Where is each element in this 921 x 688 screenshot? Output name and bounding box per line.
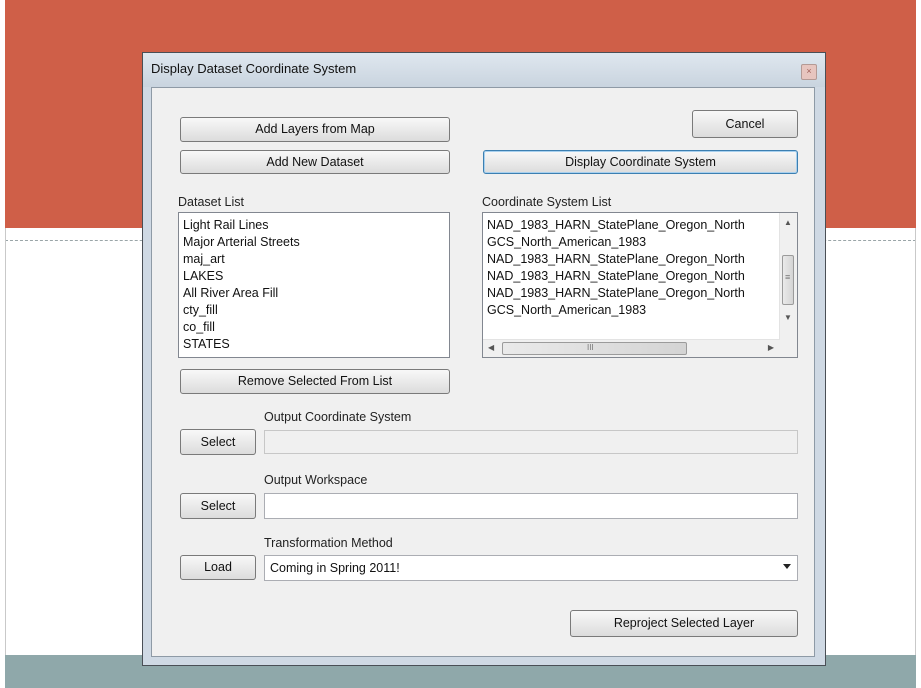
dataset-list-item[interactable]: All River Area Fill (183, 285, 449, 302)
scroll-down-icon[interactable]: ▼ (784, 313, 792, 322)
coordinate-system-list-item[interactable]: GCS_North_American_1983 (487, 234, 777, 251)
dialog-client-area: Add Layers from Map Add New Dataset Canc… (151, 87, 815, 657)
add-new-dataset-button[interactable]: Add New Dataset (180, 150, 450, 174)
scroll-left-icon[interactable]: ◀ (488, 343, 494, 352)
horizontal-scrollbar[interactable]: ◀ III ▶ (483, 339, 780, 357)
display-coordinate-system-button[interactable]: Display Coordinate System (483, 150, 798, 174)
dataset-list-item[interactable]: Light Rail Lines (183, 217, 449, 234)
output-workspace-label: Output Workspace (264, 473, 368, 487)
transformation-method-label: Transformation Method (264, 536, 393, 550)
dialog-window: Display Dataset Coordinate System × Add … (142, 52, 826, 666)
window-title: Display Dataset Coordinate System (151, 61, 357, 76)
coordinate-system-list-label: Coordinate System List (482, 195, 612, 209)
select-coordinate-system-button[interactable]: Select (180, 429, 256, 455)
reproject-selected-layer-button[interactable]: Reproject Selected Layer (570, 610, 798, 637)
coordinate-system-list-item[interactable]: NAD_1983_HARN_StatePlane_Oregon_North (487, 268, 777, 285)
close-icon: × (806, 66, 812, 76)
cancel-button[interactable]: Cancel (692, 110, 798, 138)
remove-selected-button[interactable]: Remove Selected From List (180, 369, 450, 394)
output-coordinate-system-field[interactable] (264, 430, 798, 454)
output-workspace-field[interactable] (264, 493, 798, 519)
coordinate-system-list-item[interactable]: NAD_1983_HARN_StatePlane_Oregon_North (487, 251, 777, 268)
select-workspace-button[interactable]: Select (180, 493, 256, 519)
coordinate-system-items: NAD_1983_HARN_StatePlane_Oregon_North GC… (487, 217, 777, 319)
dataset-list-item[interactable]: LAKES (183, 268, 449, 285)
slide-left-border (5, 228, 6, 655)
vertical-scroll-thumb[interactable]: ≡ (782, 255, 794, 305)
output-coordinate-system-label: Output Coordinate System (264, 410, 412, 424)
dataset-list-item[interactable]: co_fill (183, 319, 449, 336)
slide-right-border (915, 228, 916, 655)
transformation-method-dropdown[interactable]: Coming in Spring 2011! (264, 555, 798, 581)
grip-icon: III (587, 343, 594, 352)
dataset-listbox[interactable]: Light Rail Lines Major Arterial Streets … (178, 212, 450, 358)
dataset-list-label: Dataset List (178, 195, 245, 209)
horizontal-scroll-thumb[interactable]: III (502, 342, 687, 355)
chevron-down-icon[interactable] (783, 564, 791, 569)
scrollbar-corner (780, 340, 797, 357)
scroll-up-icon[interactable]: ▲ (784, 218, 792, 227)
load-button[interactable]: Load (180, 555, 256, 580)
coordinate-system-list-item[interactable]: NAD_1983_HARN_StatePlane_Oregon_North (487, 285, 777, 302)
close-button[interactable]: × (801, 64, 817, 80)
title-bar[interactable]: Display Dataset Coordinate System × (143, 53, 825, 87)
coordinate-system-list-item[interactable]: NAD_1983_HARN_StatePlane_Oregon_North (487, 217, 777, 234)
grip-icon: ≡ (785, 272, 791, 282)
scroll-right-icon[interactable]: ▶ (768, 343, 774, 352)
dataset-list-item[interactable]: Major Arterial Streets (183, 234, 449, 251)
dataset-list-item[interactable]: maj_art (183, 251, 449, 268)
dataset-list-item[interactable]: cty_fill (183, 302, 449, 319)
coordinate-system-list-item[interactable]: GCS_North_American_1983 (487, 302, 777, 319)
add-layers-from-map-button[interactable]: Add Layers from Map (180, 117, 450, 142)
dataset-list-item[interactable]: STATES (183, 336, 449, 353)
vertical-scrollbar[interactable]: ▲ ≡ ▼ (779, 213, 797, 340)
transformation-method-value: Coming in Spring 2011! (270, 561, 400, 575)
coordinate-system-listbox[interactable]: NAD_1983_HARN_StatePlane_Oregon_North GC… (482, 212, 798, 358)
